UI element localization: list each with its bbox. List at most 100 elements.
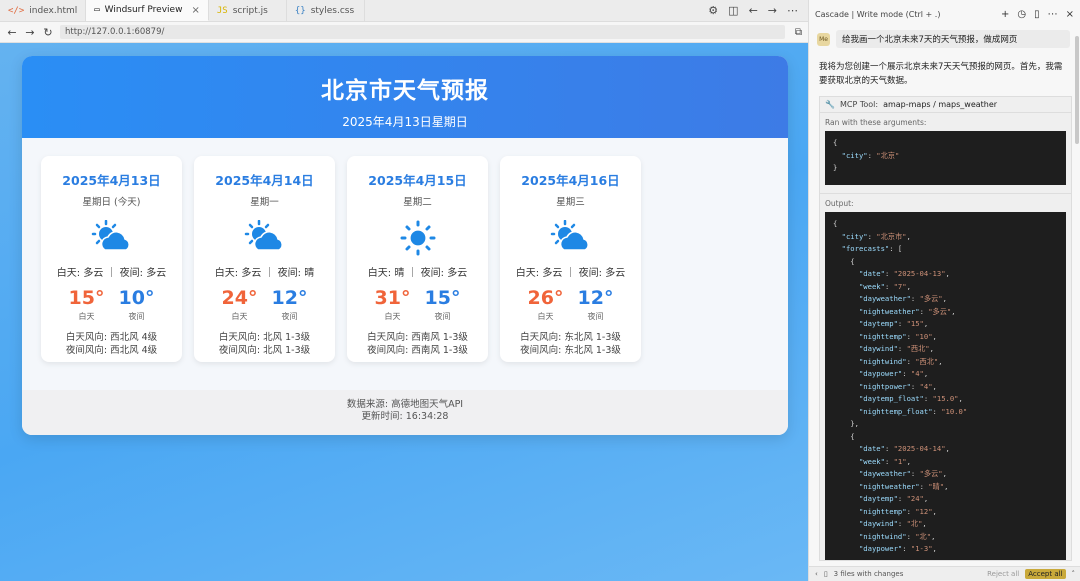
- weather-header: 北京市天气预报 2025年4月13日星期日: [22, 56, 788, 138]
- tool-name: amap-maps / maps_weather: [883, 100, 998, 109]
- high-temp: 15°: [68, 287, 105, 309]
- more-icon[interactable]: ⋯: [1048, 9, 1058, 20]
- forecast-day-card: 2025年4月13日 星期日 (今天) 白天: 多云 ｜ 夜间: 多云 15° 白…: [41, 156, 182, 362]
- wind-day: 白天风向: 西北风 4级: [65, 332, 158, 343]
- page-subtitle: 2025年4月13日星期日: [342, 115, 468, 129]
- output-label: Output:: [820, 193, 1071, 212]
- open-external-icon[interactable]: ⧉: [795, 27, 802, 38]
- reject-all-button[interactable]: Reject all: [987, 570, 1019, 578]
- tab-script-js[interactable]: JS script.js: [209, 0, 287, 21]
- preview-url-bar: ← → ↻ http://127.0.0.1:60879/ ⧉: [0, 22, 808, 43]
- css-file-icon: {}: [294, 5, 306, 16]
- js-file-icon: JS: [216, 5, 228, 16]
- high-temp-label: 白天: [384, 312, 401, 321]
- forecast-condition: 白天: 晴 ｜ 夜间: 多云: [367, 268, 468, 279]
- files-changed[interactable]: 3 files with changes: [834, 570, 981, 578]
- arrow-right-icon[interactable]: →: [768, 4, 777, 17]
- tool-label: MCP Tool:: [839, 100, 879, 109]
- forward-icon[interactable]: →: [24, 26, 36, 39]
- output-code: { "city": "北京市", "forecasts": [ { "date"…: [825, 212, 1066, 560]
- wind-day: 白天风向: 西南风 1-3级: [367, 332, 468, 343]
- forecast-date: 2025年4月15日: [368, 173, 467, 188]
- scrollbar[interactable]: [1075, 36, 1079, 144]
- forecast-condition: 白天: 多云 ｜ 夜间: 多云: [56, 268, 167, 279]
- low-temp-label: 夜间: [128, 312, 145, 321]
- forecast-weekday: 星期一: [250, 197, 279, 208]
- args-label: Ran with these arguments:: [825, 118, 927, 127]
- book-icon[interactable]: ▯: [1034, 9, 1040, 20]
- forecast-date: 2025年4月14日: [215, 173, 314, 188]
- tool-call-header[interactable]: 🔧 MCP Tool: amap-maps / maps_weather: [820, 97, 1071, 113]
- tab-bar: </> index.html ▭ Windsurf Preview × JS s…: [0, 0, 808, 22]
- cascade-toolbar: + ◷ ▯ ⋯ ×: [1001, 9, 1074, 20]
- partly-cloudy-icon: [194, 218, 335, 258]
- accept-all-button[interactable]: Accept all: [1025, 569, 1066, 579]
- editor-area: </> index.html ▭ Windsurf Preview × JS s…: [0, 0, 808, 581]
- user-message: Me 给我画一个北京未来7天的天气预报，做成网页: [817, 30, 1070, 48]
- forecast-temps: 24° 白天 12° 夜间: [194, 287, 335, 322]
- close-icon[interactable]: ×: [191, 5, 199, 16]
- user-message-text: 给我画一个北京未来7天的天气预报，做成网页: [836, 30, 1070, 48]
- back-icon[interactable]: ←: [6, 26, 18, 39]
- forecast-day-card: 2025年4月16日 星期三 白天: 多云 ｜ 夜间: 多云 26° 白天 12°…: [500, 156, 641, 362]
- low-temp: 10°: [118, 287, 155, 309]
- high-temp-label: 白天: [231, 312, 248, 321]
- tab-styles-css[interactable]: {} styles.css: [287, 0, 365, 21]
- split-editor-icon[interactable]: ◫: [728, 4, 738, 17]
- high-temp: 24°: [221, 287, 258, 309]
- gear-icon[interactable]: ⚙: [708, 4, 718, 17]
- tab-windsurf-preview[interactable]: ▭ Windsurf Preview ×: [86, 0, 209, 21]
- page-title: 北京市天气预报: [321, 78, 489, 104]
- tool-call-block: 🔧 MCP Tool: amap-maps / maps_weather Ran…: [819, 96, 1072, 561]
- plus-icon[interactable]: +: [1001, 9, 1009, 20]
- wrench-icon: 🔧: [825, 100, 835, 109]
- avatar: Me: [817, 32, 830, 46]
- forecast-date: 2025年4月16日: [521, 173, 620, 188]
- editor-toolbar: ⚙ ◫ ← → ⋯: [698, 0, 808, 21]
- more-icon[interactable]: ⋯: [787, 4, 798, 17]
- forecast-day-card: 2025年4月14日 星期一 白天: 多云 ｜ 夜间: 晴 24° 白天 12° 夜…: [194, 156, 335, 362]
- tab-index-html[interactable]: </> index.html: [0, 0, 87, 21]
- sunny-icon: [347, 218, 488, 258]
- forecast-wind: 白天风向: 西南风 1-3级 夜间风向: 西南风 1-3级: [347, 331, 488, 357]
- cascade-title: Cascade | Write mode (Ctrl + .): [815, 9, 941, 19]
- tab-label: styles.css: [310, 5, 355, 16]
- partly-cloudy-icon: [41, 218, 182, 258]
- high-temp-label: 白天: [537, 312, 554, 321]
- forecast-wind: 白天风向: 西北风 4级 夜间风向: 西北风 4级: [41, 331, 182, 357]
- assistant-reply: 我将为您创建一个展示北京未来7天天气预报的网页。首先，我需要获取北京的天气数据。: [819, 62, 1063, 86]
- wind-night: 夜间风向: 北风 1-3级: [218, 345, 311, 356]
- chevron-left-icon[interactable]: ‹: [815, 570, 818, 578]
- arrow-left-icon[interactable]: ←: [749, 4, 758, 17]
- wind-day: 白天风向: 东北风 1-3级: [520, 332, 621, 343]
- forecast-wind: 白天风向: 东北风 1-3级 夜间风向: 东北风 1-3级: [500, 331, 641, 357]
- tab-spacer: [365, 0, 698, 21]
- forecast-weekday: 星期日 (今天): [82, 197, 141, 208]
- forecast-temps: 31° 白天 15° 夜间: [347, 287, 488, 322]
- close-icon[interactable]: ×: [1066, 9, 1074, 20]
- forecast-wind: 白天风向: 北风 1-3级 夜间风向: 北风 1-3级: [194, 331, 335, 357]
- cascade-header: Cascade | Write mode (Ctrl + .) + ◷ ▯ ⋯ …: [809, 0, 1080, 28]
- tab-label: index.html: [29, 5, 78, 16]
- update-time: 更新时间: 16:34:28: [361, 411, 449, 422]
- forecast-condition: 白天: 多云 ｜ 夜间: 晴: [214, 268, 315, 279]
- wind-day: 白天风向: 北风 1-3级: [218, 332, 311, 343]
- file-icon: ▯: [823, 570, 828, 578]
- high-temp: 31°: [374, 287, 411, 309]
- forecast-list: 2025年4月13日 星期日 (今天) 白天: 多云 ｜ 夜间: 多云 15° 白…: [22, 138, 788, 390]
- args-code: { "city": "北京" }: [825, 131, 1066, 185]
- high-temp-label: 白天: [78, 312, 95, 321]
- forecast-weekday: 星期二: [403, 197, 432, 208]
- chevron-up-icon[interactable]: ˄: [1072, 570, 1076, 578]
- preview-icon: ▭: [94, 5, 100, 15]
- weather-card: 北京市天气预报 2025年4月13日星期日 2025年4月13日 星期日 (今天…: [22, 56, 788, 435]
- high-temp: 26°: [527, 287, 564, 309]
- url-input[interactable]: http://127.0.0.1:60879/: [60, 25, 785, 39]
- forecast-day-card: 2025年4月15日 星期二 白天: 晴 ｜ 夜间: 多云 31° 白天 15° 夜…: [347, 156, 488, 362]
- forecast-date: 2025年4月13日: [62, 173, 161, 188]
- history-icon[interactable]: ◷: [1017, 9, 1026, 20]
- wind-night: 夜间风向: 东北风 1-3级: [520, 345, 621, 356]
- forecast-temps: 15° 白天 10° 夜间: [41, 287, 182, 322]
- reload-icon[interactable]: ↻: [42, 26, 54, 39]
- forecast-weekday: 星期三: [556, 197, 585, 208]
